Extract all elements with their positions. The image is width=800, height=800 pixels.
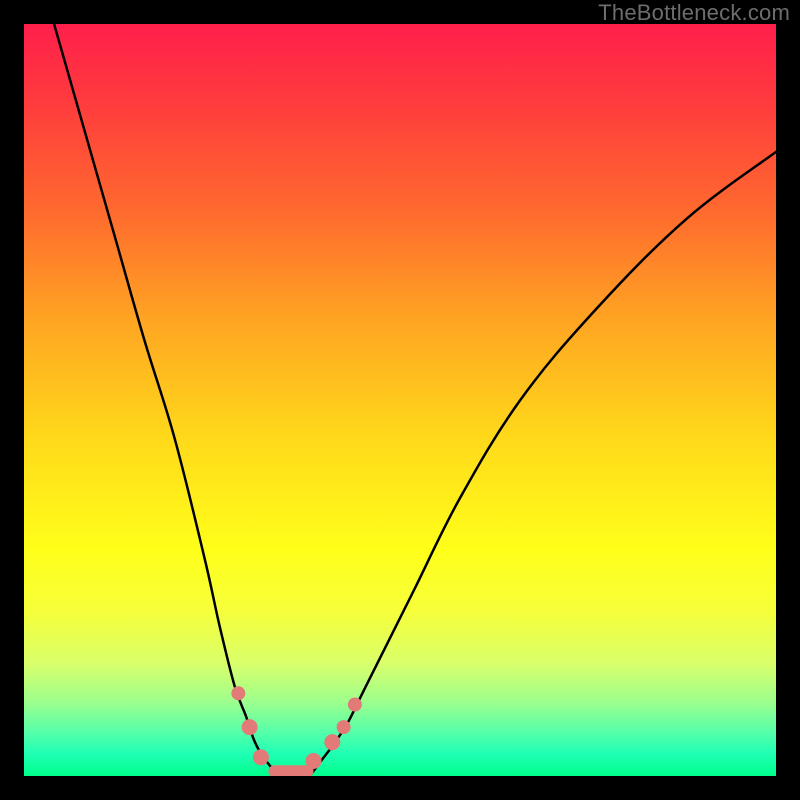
curve-left-curve [54, 24, 280, 776]
marker-point [231, 686, 245, 700]
chart-svg [24, 24, 776, 776]
floor-bar [268, 765, 313, 776]
plot-area [24, 24, 776, 776]
watermark-text: TheBottleneck.com [598, 0, 790, 26]
marker-point [337, 720, 351, 734]
curve-right-curve [310, 152, 776, 776]
marker-point [348, 698, 362, 712]
chart-frame: TheBottleneck.com [0, 0, 800, 800]
marker-point [324, 734, 340, 750]
marker-point [306, 753, 322, 769]
marker-point [242, 719, 258, 735]
marker-point [253, 749, 269, 765]
